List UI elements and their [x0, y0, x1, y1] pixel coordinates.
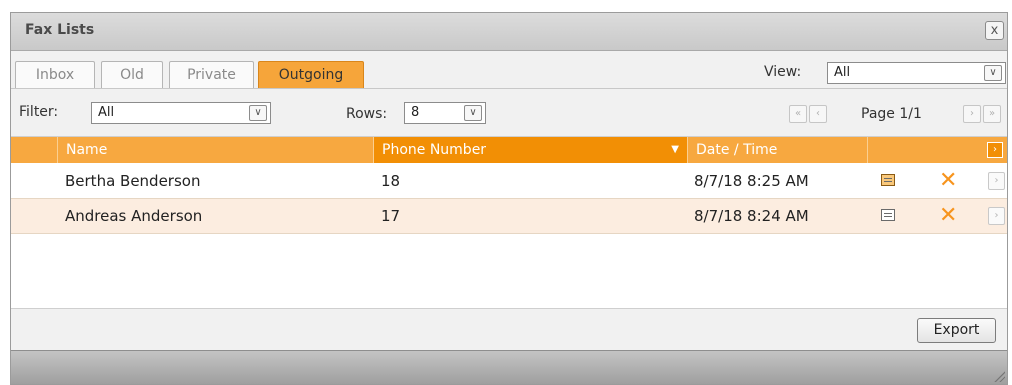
chevron-down-icon: ∨ [249, 105, 267, 121]
table-row[interactable]: Andreas Anderson 17 8/7/18 8:24 AM ✕ › [11, 199, 1007, 234]
fax-document-icon[interactable] [881, 209, 895, 221]
table-row[interactable]: Bertha Benderson 18 8/7/18 8:25 AM ✕ › [11, 164, 1007, 199]
first-page-button[interactable]: « [789, 105, 807, 123]
chevron-down-icon: ∨ [984, 65, 1002, 81]
tab-old[interactable]: Old [101, 61, 163, 88]
resize-grip-icon[interactable] [993, 370, 1005, 382]
chevron-right-icon: › [994, 210, 999, 221]
row-datetime: 8/7/18 8:24 AM [694, 207, 809, 225]
rows-select[interactable]: 8 ∨ [404, 102, 486, 124]
filter-select[interactable]: All ∨ [91, 102, 271, 124]
delete-x-icon[interactable]: ✕ [939, 202, 957, 230]
row-name: Andreas Anderson [65, 207, 203, 225]
row-datetime: 8/7/18 8:25 AM [694, 172, 809, 190]
fax-table: Name Phone Number ▼ Date / Time › Bertha … [11, 136, 1007, 309]
rows-label: Rows: [346, 106, 388, 122]
export-button[interactable]: Export [917, 318, 996, 343]
row-open-button[interactable]: › [988, 172, 1005, 190]
chevron-left-icon: ‹ [816, 108, 820, 119]
page-indicator: Page 1/1 [861, 106, 922, 122]
column-header-phone[interactable]: Phone Number ▼ [373, 137, 687, 163]
row-phone: 18 [381, 172, 401, 190]
title-bar: Fax Lists x [11, 13, 1007, 51]
filter-label: Filter: [19, 104, 59, 120]
chevron-right-icon: › [970, 108, 974, 119]
rows-select-value: 8 [411, 105, 420, 120]
column-menu-button[interactable]: › [987, 142, 1003, 158]
column-header-name[interactable]: Name [57, 137, 373, 163]
delete-x-icon[interactable]: ✕ [939, 167, 957, 195]
view-select-value: All [834, 65, 851, 80]
close-button[interactable]: x [985, 21, 1004, 40]
view-select[interactable]: All ∨ [827, 62, 1006, 84]
row-phone: 17 [381, 207, 401, 225]
view-label: View: [764, 64, 802, 80]
column-header-actions [867, 137, 1007, 163]
tab-outgoing[interactable]: Outgoing [258, 61, 364, 88]
close-icon: x [990, 23, 999, 38]
chevron-down-icon: ∨ [464, 105, 482, 121]
column-header-datetime-label: Date / Time [696, 142, 778, 158]
table-header: Name Phone Number ▼ Date / Time › [11, 137, 1007, 163]
double-chevron-left-icon: « [794, 108, 802, 119]
tab-inbox[interactable]: Inbox [15, 61, 95, 88]
row-open-button[interactable]: › [988, 207, 1005, 225]
column-header-datetime[interactable]: Date / Time [687, 137, 867, 163]
sort-desc-icon: ▼ [671, 144, 679, 155]
last-page-button[interactable]: » [983, 105, 1001, 123]
double-chevron-right-icon: » [988, 108, 996, 119]
chevron-right-icon: › [993, 144, 997, 155]
column-header-phone-label: Phone Number [382, 142, 487, 158]
window-title: Fax Lists [25, 22, 95, 38]
filter-select-value: All [98, 105, 115, 120]
row-name: Bertha Benderson [65, 172, 201, 190]
tab-private[interactable]: Private [169, 61, 254, 88]
tab-divider [11, 88, 1007, 89]
chevron-right-icon: › [994, 175, 999, 186]
fax-lists-window: Fax Lists x Inbox Old Private Outgoing V… [10, 12, 1008, 385]
fax-document-icon[interactable] [881, 174, 895, 186]
status-bar [11, 350, 1007, 384]
next-page-button[interactable]: › [963, 105, 981, 123]
prev-page-button[interactable]: ‹ [809, 105, 827, 123]
column-header-name-label: Name [66, 142, 108, 158]
